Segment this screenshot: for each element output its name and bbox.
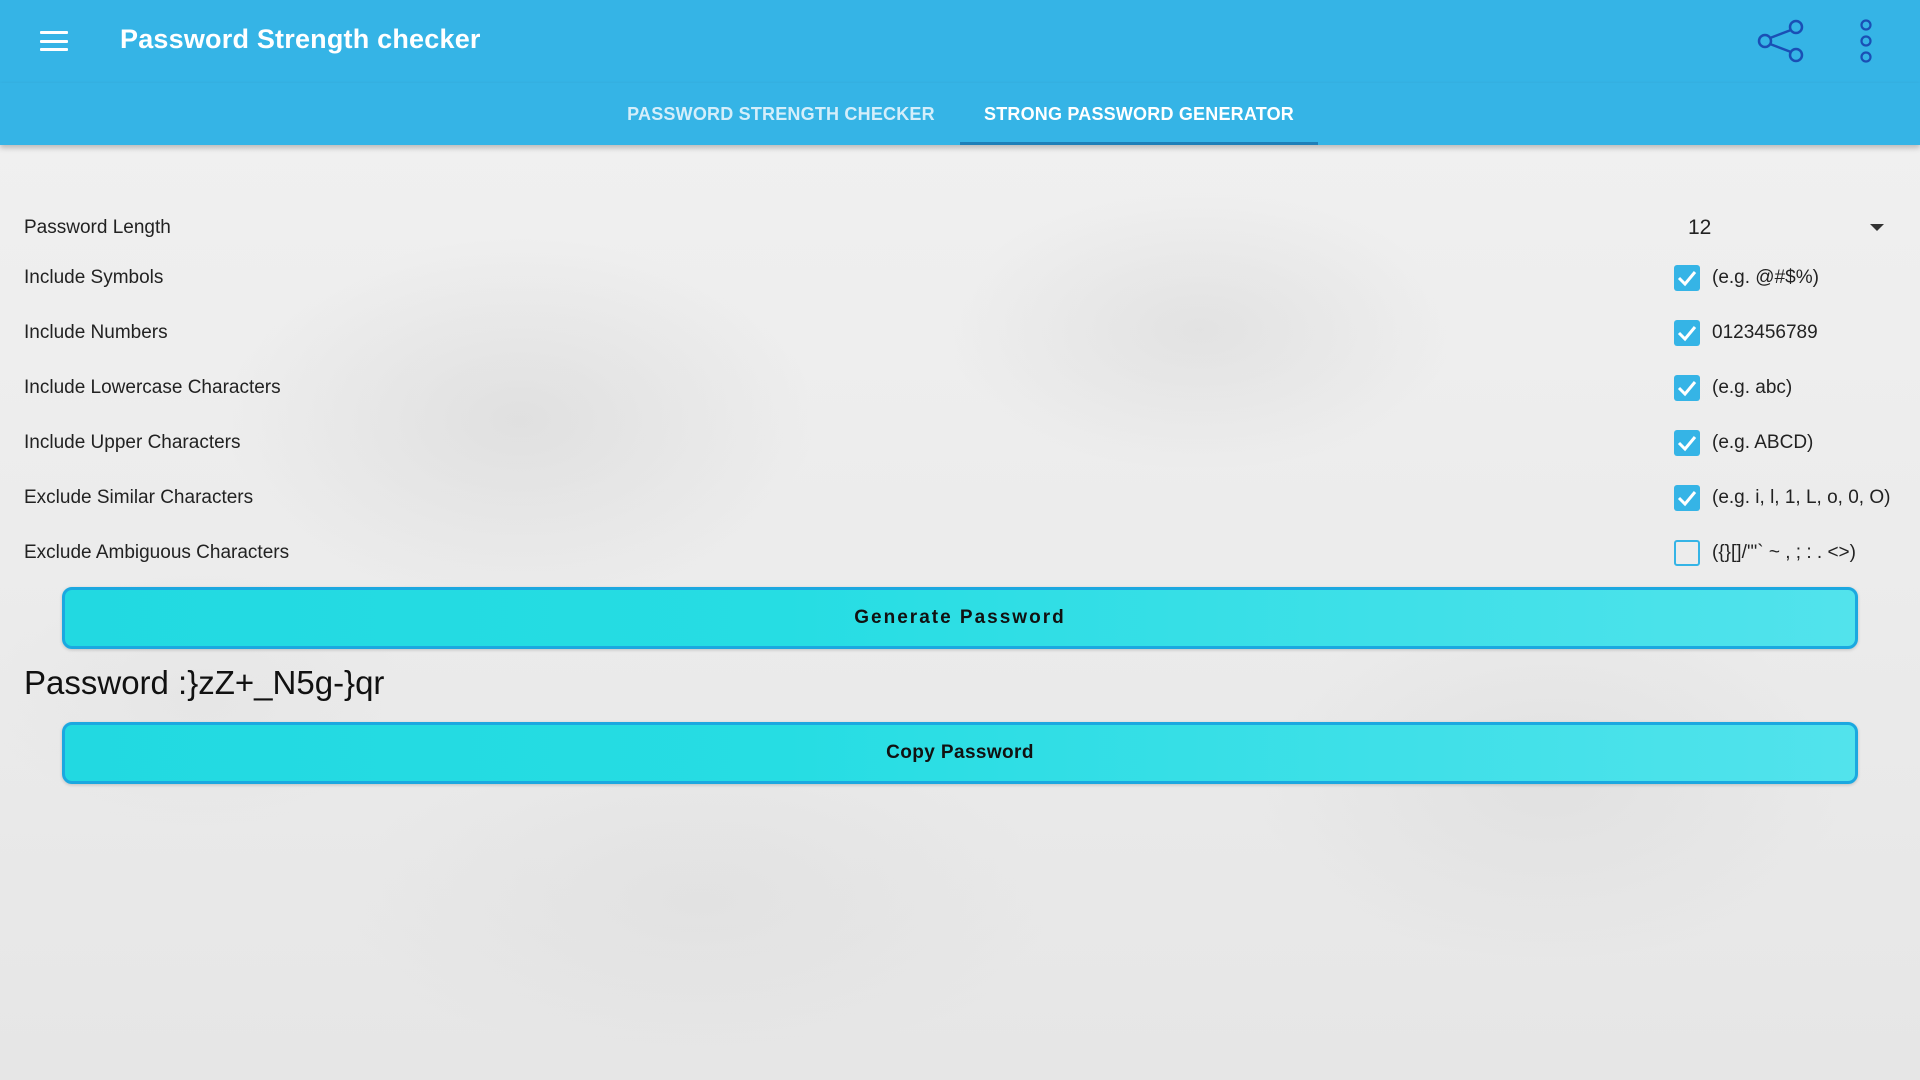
include-lowercase-hint: (e.g. abc) <box>1712 377 1793 398</box>
copy-password-button[interactable]: Copy Password <box>62 722 1858 784</box>
include-upper-label: Include Upper Characters <box>24 432 241 453</box>
app-title: Password Strength checker <box>120 24 481 54</box>
dropdown-arrow-icon <box>1870 224 1884 231</box>
include-numbers-checkbox[interactable] <box>1674 320 1700 346</box>
more-vert-icon[interactable] <box>1856 18 1876 64</box>
share-icon[interactable] <box>1756 18 1806 64</box>
hamburger-menu-icon[interactable] <box>40 31 68 51</box>
checkmark-icon <box>1677 381 1697 397</box>
generated-password-text: Password :}zZ+_N5g-}qr <box>24 664 385 701</box>
generate-password-button[interactable]: Generate Password <box>62 587 1858 649</box>
password-length-label: Password Length <box>24 217 171 238</box>
include-upper-checkbox[interactable] <box>1674 430 1700 456</box>
include-lowercase-checkbox[interactable] <box>1674 375 1700 401</box>
include-symbols-label: Include Symbols <box>24 267 164 288</box>
checkmark-icon <box>1677 326 1697 342</box>
tab-password-strength-checker[interactable]: PASSWORD STRENGTH CHECKER <box>606 83 956 145</box>
include-symbols-hint: (e.g. @#$%) <box>1712 267 1819 288</box>
checkmark-icon <box>1677 491 1697 507</box>
exclude-similar-hint: (e.g. i, l, 1, L, o, 0, O) <box>1712 487 1891 508</box>
exclude-ambiguous-label: Exclude Ambiguous Characters <box>24 542 290 563</box>
tab-strong-password-generator[interactable]: STRONG PASSWORD GENERATOR <box>960 83 1318 145</box>
exclude-ambiguous-hint: ({}[]/'"` ~ , ; : . <>) <box>1712 542 1856 563</box>
include-lowercase-label: Include Lowercase Characters <box>24 377 281 398</box>
include-upper-hint: (e.g. ABCD) <box>1712 432 1814 453</box>
password-length-value: 12 <box>1688 216 1712 239</box>
checkmark-icon <box>1677 436 1697 452</box>
app-bar: Password Strength checker <box>0 0 1920 83</box>
exclude-similar-checkbox[interactable] <box>1674 485 1700 511</box>
include-numbers-label: Include Numbers <box>24 322 168 343</box>
checkmark-icon <box>1677 271 1697 287</box>
tab-bar: PASSWORD STRENGTH CHECKER STRONG PASSWOR… <box>0 83 1920 145</box>
exclude-similar-label: Exclude Similar Characters <box>24 487 254 508</box>
password-length-dropdown[interactable]: 12 <box>1688 212 1888 244</box>
include-numbers-hint: 0123456789 <box>1712 322 1818 343</box>
include-symbols-checkbox[interactable] <box>1674 265 1700 291</box>
exclude-ambiguous-checkbox[interactable] <box>1674 540 1700 566</box>
